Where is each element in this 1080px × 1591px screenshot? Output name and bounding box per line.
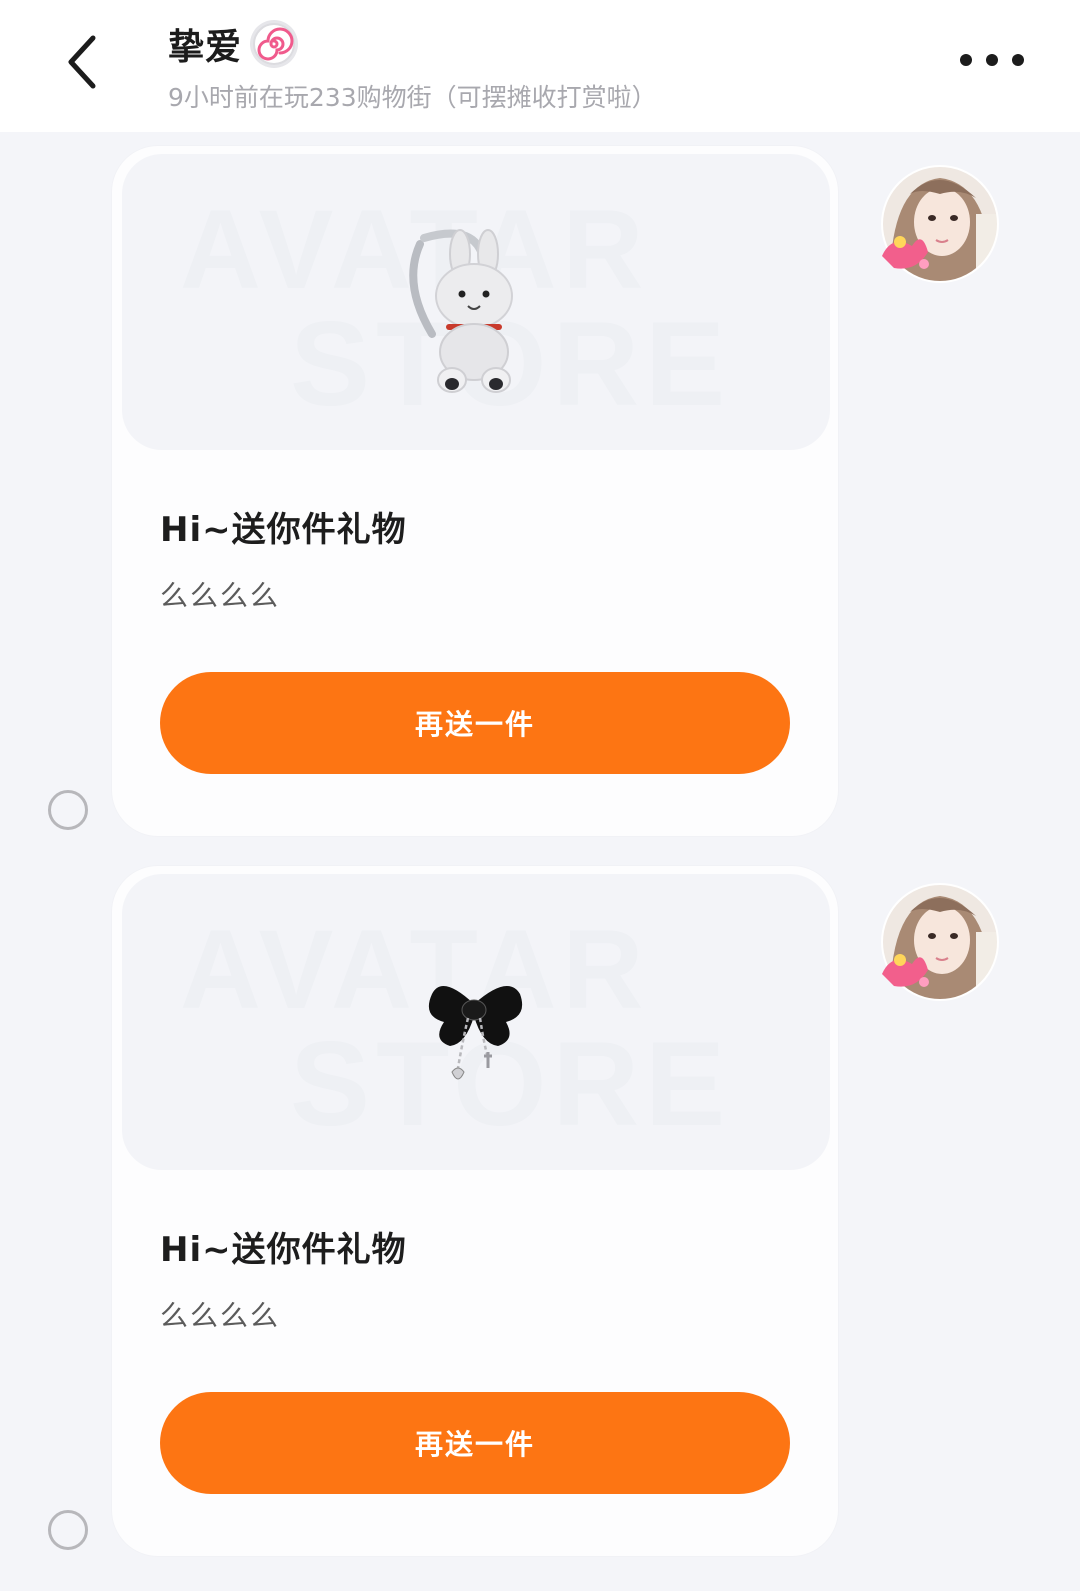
send-again-button[interactable]: 再送一件 xyxy=(160,1392,790,1494)
select-radio[interactable] xyxy=(48,790,88,830)
gift-card-message: 么么么么 xyxy=(160,1299,281,1332)
avatar[interactable] xyxy=(880,164,1000,284)
swirl-badge-icon xyxy=(250,20,299,68)
gift-card: AVATAR STORE Hi~送你件礼物 么么么么 再送一件 xyxy=(112,866,838,1556)
gift-item-image[interactable]: AVATAR STORE xyxy=(122,154,830,450)
gift-item-image[interactable]: AVATAR STORE xyxy=(122,874,830,1170)
more-horizontal-icon xyxy=(960,54,972,66)
gift-card-message: 么么么么 xyxy=(160,579,281,612)
avatar[interactable] xyxy=(880,882,1000,1002)
bow-hairclip-icon xyxy=(428,986,523,1080)
send-again-button[interactable]: 再送一件 xyxy=(160,672,790,774)
online-status: 9小时前在玩233购物街（可摆摊收打赏啦） xyxy=(168,83,657,112)
chevron-left-icon xyxy=(68,35,96,89)
bunny-backpack-icon xyxy=(409,229,513,393)
select-radio[interactable] xyxy=(48,1510,88,1550)
back-button[interactable] xyxy=(52,28,112,96)
gift-card-title: Hi~送你件礼物 xyxy=(160,510,407,550)
title-row: 挚爱 xyxy=(168,18,300,70)
chat-header: 挚爱 9小时前在玩233购物街（可摆摊收打赏啦） xyxy=(0,0,1080,132)
contact-name[interactable]: 挚爱 xyxy=(168,18,242,70)
gift-card-title: Hi~送你件礼物 xyxy=(160,1230,407,1270)
more-options-button[interactable] xyxy=(960,44,1024,76)
gift-card: AVATAR STORE Hi~送你件礼物 么么么么 再送一件 xyxy=(112,146,838,836)
